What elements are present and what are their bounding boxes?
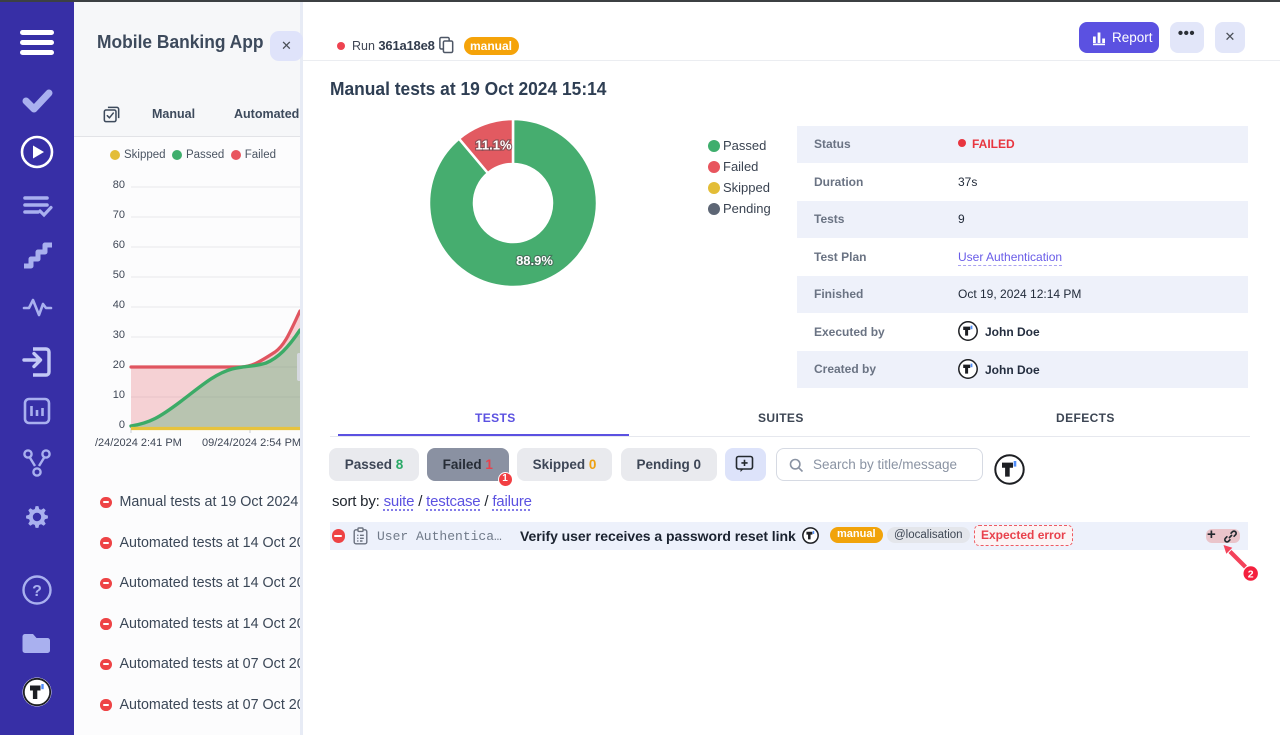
svg-text:11.1%: 11.1% [475, 138, 512, 153]
svg-text:?: ? [32, 583, 42, 600]
svg-text:2: 2 [1248, 569, 1254, 581]
svg-text:88.9%: 88.9% [516, 253, 553, 268]
